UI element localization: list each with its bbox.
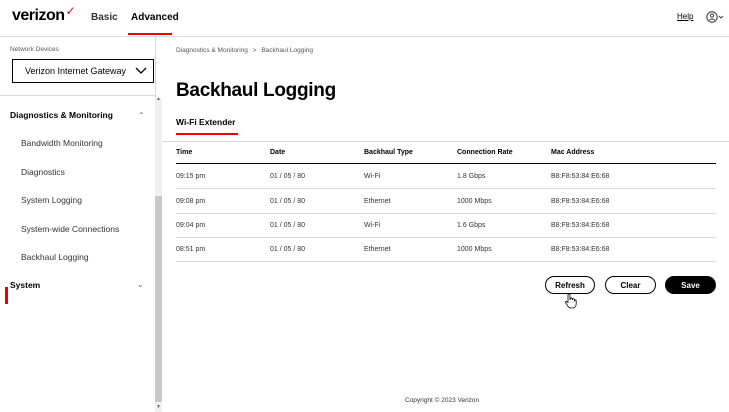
cell-backhaul-type: Wi-Fi	[364, 222, 381, 229]
tab-advanced-underline	[128, 33, 172, 35]
top-bar: verizon✓ Basic Advanced Help	[0, 0, 729, 37]
chevron-up-icon: ⌃	[138, 111, 145, 120]
scroll-down-arrow-icon[interactable]: ▼	[156, 404, 161, 410]
device-select-value: Verizon Internet Gateway	[25, 66, 127, 76]
network-devices-label: Network Devices	[10, 46, 59, 53]
cell-connection-rate: 1.6 Gbps	[457, 222, 486, 229]
scroll-up-arrow-icon[interactable]: ▲	[156, 96, 161, 102]
column-header-mac-address: Mac Address	[551, 149, 595, 156]
cell-time: 09:08 pm	[176, 198, 206, 205]
cell-mac-address: B8:F8:53:84:E6:68	[551, 246, 610, 253]
cell-connection-rate: 1.8 Gbps	[457, 173, 486, 180]
breadcrumb-item[interactable]: Diagnostics & Monitoring	[176, 47, 248, 54]
logo-check-icon: ✓	[65, 4, 76, 18]
table-header-line	[176, 163, 716, 164]
save-button[interactable]: Save	[665, 276, 716, 294]
user-icon[interactable]	[706, 10, 724, 24]
page-title: Backhaul Logging	[176, 80, 336, 101]
cell-mac-address: B8:F8:53:84:E6:68	[551, 173, 610, 180]
sidebar: Network Devices Verizon Internet Gateway…	[0, 37, 156, 412]
row-divider	[176, 237, 716, 238]
sidebar-section-diagnostics[interactable]: Diagnostics & Monitoring ⌃	[10, 110, 145, 120]
sidebar-item-diagnostics[interactable]: Diagnostics	[21, 167, 65, 177]
sidebar-scrollbar-thumb[interactable]	[155, 196, 162, 402]
cell-backhaul-type: Wi-Fi	[364, 173, 381, 180]
column-header-backhaul-type: Backhaul Type	[364, 149, 413, 156]
breadcrumb-item: Backhaul Logging	[261, 47, 314, 54]
sidebar-divider	[0, 95, 155, 96]
device-select[interactable]: Verizon Internet Gateway	[12, 59, 154, 83]
row-divider	[176, 261, 716, 262]
cell-time: 08:51 pm	[176, 246, 206, 253]
sidebar-item-system-wide-connections[interactable]: System-wide Connections	[21, 224, 119, 234]
tab-advanced[interactable]: Advanced	[131, 12, 179, 23]
help-link[interactable]: Help	[677, 12, 693, 21]
row-divider	[176, 213, 716, 214]
active-item-indicator	[5, 287, 8, 304]
cell-date: 01 / 05 / 80	[270, 222, 306, 229]
column-header-time: Time	[176, 149, 193, 156]
breadcrumb: Diagnostics & Monitoring > Backhaul Logg…	[176, 47, 313, 54]
cell-date: 01 / 05 / 80	[270, 198, 306, 205]
column-header-date: Date	[270, 149, 286, 156]
cell-mac-address: B8:F8:53:84:E6:68	[551, 198, 610, 205]
chevron-down-icon	[135, 67, 147, 74]
hand-cursor-icon	[565, 293, 577, 309]
sidebar-item-backhaul-logging[interactable]: Backhaul Logging	[21, 252, 89, 262]
sidebar-section-system[interactable]: System ⌄	[10, 280, 144, 290]
cell-backhaul-type: Ethernet	[364, 246, 391, 253]
subtab-underline	[176, 133, 238, 135]
row-divider	[176, 188, 716, 189]
cell-connection-rate: 1000 Mbps	[457, 246, 492, 253]
cell-backhaul-type: Ethernet	[364, 198, 391, 205]
sidebar-item-system-logging[interactable]: System Logging	[21, 195, 82, 205]
cell-time: 09:04 pm	[176, 222, 206, 229]
cell-date: 01 / 05 / 80	[270, 173, 306, 180]
tab-basic[interactable]: Basic	[91, 12, 118, 23]
cell-time: 09:15 pm	[176, 173, 206, 180]
chevron-down-icon: ⌄	[137, 280, 144, 289]
refresh-button[interactable]: Refresh	[545, 276, 595, 294]
breadcrumb-separator: >	[252, 47, 257, 54]
cell-connection-rate: 1000 Mbps	[457, 198, 492, 205]
column-header-connection-rate: Connection Rate	[457, 149, 513, 156]
cell-date: 01 / 05 / 80	[270, 246, 306, 253]
sidebar-item-bandwidth-monitoring[interactable]: Bandwidth Monitoring	[21, 138, 103, 148]
verizon-logo[interactable]: verizon✓	[12, 4, 76, 25]
cell-mac-address: B8:F8:53:84:E6:68	[551, 222, 610, 229]
content-divider	[162, 141, 729, 142]
copyright-text: Copyright © 2023 Verizon	[405, 397, 480, 404]
clear-button[interactable]: Clear	[605, 276, 656, 294]
tab-wifi-extender[interactable]: Wi-Fi Extender	[176, 117, 235, 127]
